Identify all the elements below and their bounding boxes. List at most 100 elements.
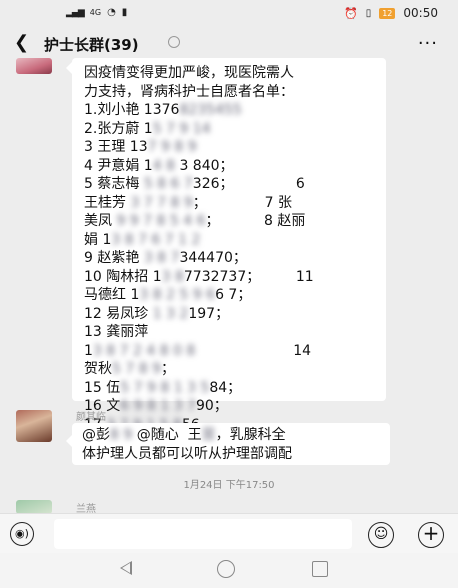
obscured-text: 9 9 7 8 5 4 6 [116,213,206,229]
message-text: 贺秋 [84,361,112,377]
message-text: 344470； [179,250,247,266]
message-text: 美凤 [84,213,117,229]
message-text: 13 龚丽萍 [84,324,149,340]
message-line: 娟 13 8 7 6 7 1 2 [84,231,376,250]
chat-area[interactable]: 因疫情变得更加严峻，现医院需人 力支持，肾病科护士自愿者名单： 1.刘小艳 1376… [0,58,458,515]
message-line: 12 易凤珍 1 3 2197； [84,305,376,324]
system-navigation [0,553,458,588]
alarm-icon: ⏰ [344,6,358,20]
message-line: 体护理人员都可以听从护理部调配 [82,445,382,464]
message-input[interactable] [54,519,352,549]
message-text: 14 [195,342,312,359]
message-line: 因疫情变得更加严峻，现医院需人 [84,64,376,83]
message-line: 1.刘小艳 13768235455 [84,101,376,120]
battery-level: 12 [382,8,393,18]
message-text: 9 赵紫艳 [84,250,144,266]
avatar[interactable] [16,58,52,74]
obscured-text: 7 9 8 9 [147,139,197,155]
message-line: 3 王理 137 9 8 9 [84,138,376,157]
avatar[interactable] [16,410,52,442]
message-timestamp: 1月24日 下午17:50 [183,480,275,491]
message-line: 力支持，肾病科护士自愿者名单： [84,83,376,102]
message-text: 3 840； [179,157,234,174]
message-text: 326； 6 [192,176,305,192]
message-text: 力支持，肾病科护士自愿者名单： [84,83,294,100]
mute-icon [168,36,180,48]
message-text: @随心 王 [132,427,202,443]
obscured-text: 3 8 2 5 9 6 [139,287,216,303]
input-bar: ◉) ☺ + [0,513,458,553]
plus-icon[interactable]: + [418,522,444,548]
chat-header: ❮ 护士长群(39) ··· [0,28,458,58]
message-text: 7732737； 11 [183,268,314,285]
message-text: ； [160,361,175,377]
more-options-icon[interactable]: ··· [418,33,438,54]
message-text: 1.刘小艳 1376 [84,102,180,118]
obscured-text: 8235455 [179,102,242,118]
message-text: 娟 1 [84,231,112,248]
message-line: 9 赵紫艳 3 8 7344470； [84,249,376,268]
obscured-text: 5 7 9 8 1 3 5 [120,379,210,396]
status-bar: ▂▄▆ 4G ◔ ▮ ⏰ ▯ 12 00:50 [0,0,458,28]
emoji-icon[interactable]: ☺ [368,522,394,548]
vibrate-icon: ▯ [365,7,372,19]
message-line: 2.张方蔚 15 7 9 14 [84,120,376,139]
clock: 00:50 [403,6,438,20]
message-text: 1 [84,342,93,359]
message-text: 4 尹意娟 1 [84,157,153,174]
chevron-left-icon[interactable]: ❮ [14,32,29,53]
message-text: 10 陶林招 1 [84,268,162,285]
system-home-icon[interactable] [217,560,235,578]
chat-title: 护士长群(39) [44,36,139,54]
message-text: ； 7 张 [192,194,293,211]
network-type: 4G [89,8,102,17]
system-recents-icon[interactable] [312,561,328,577]
obscured-text: 1 3 2 [152,305,189,322]
message-line: 10 陶林招 13 87732737； 11 [84,268,376,287]
message-line: 5 蔡志梅 5 8 6 7326； 6 [84,175,376,194]
message-bubble[interactable]: 因疫情变得更加严峻，现医院需人 力支持，肾病科护士自愿者名单： 1.刘小艳 1376… [66,58,386,433]
message-line: 马德红 13 8 2 5 9 66 7； [84,286,376,305]
message-text: @彭 [82,427,110,443]
message-text: 2.张方蔚 1 [84,120,153,137]
status-left: ▂▄▆ 4G ◔ ▮ [66,7,127,18]
obscured-text: 3 8 [161,268,184,285]
message-line: 王桂芳 3 7 7 8 9； 7 张 [84,194,376,213]
obscured-text: 3 7 7 8 9 [130,194,193,211]
message-line: 美凤 9 9 7 8 5 4 6； 8 赵丽 [84,212,376,231]
sender-name: 颜其临 [76,412,106,423]
obscured-text: 3 8 7 [143,250,180,266]
message-text: 5 蔡志梅 [84,176,144,192]
signal-icon: ▂▄▆ [66,7,85,18]
obscured-text: 5 8 6 7 [143,176,193,192]
battery-icon: 12 [379,7,396,19]
message-text: 6 7； [215,287,252,303]
obscured-text: 3 8 7 6 7 1 2 [111,231,201,248]
message-line: 13 8 7 2 4 8 0 8 14 [84,342,376,361]
system-back-icon[interactable] [120,561,132,575]
message-text: 体护理人员都可以听从护理部调配 [82,445,292,462]
message-text: 12 易凤珍 [84,305,153,322]
message-line: 15 伍5 7 9 8 1 3 584； [84,379,376,398]
notification-icon: ▮ [121,7,128,18]
message-text: ； 8 赵丽 [205,213,306,229]
obscured-text: 6 9 8 1 3 7 [120,398,196,414]
voice-icon[interactable]: ◉) [10,522,34,546]
obscured-text: 3 8 7 2 4 8 0 8 [92,342,196,359]
obscured-text: 5 7 9 14 [152,120,211,137]
obscured-text: 4 8 [152,157,180,174]
avatar[interactable] [16,500,52,514]
obscured-text: 8 9 [110,427,133,443]
message-line: 4 尹意娟 14 8 3 840； [84,157,376,176]
message-line: @彭8 9 @随心 王昱，乳腺科全 [82,426,382,445]
status-right: ⏰ ▯ 12 00:50 [344,6,438,20]
message-text: ，乳腺科全 [215,427,286,443]
message-text: 90； [195,398,228,414]
message-text: 因疫情变得更加严峻，现医院需人 [84,65,294,81]
message-text: 84； [209,379,242,396]
obscured-text: 昱 [201,427,216,443]
message-text: 王桂芳 [84,194,131,211]
message-bubble[interactable]: @彭8 9 @随心 王昱，乳腺科全 体护理人员都可以听从护理部调配 [66,423,390,465]
wifi-icon: ◔ [107,7,116,18]
obscured-text: 5 7 8 9 [112,361,161,377]
